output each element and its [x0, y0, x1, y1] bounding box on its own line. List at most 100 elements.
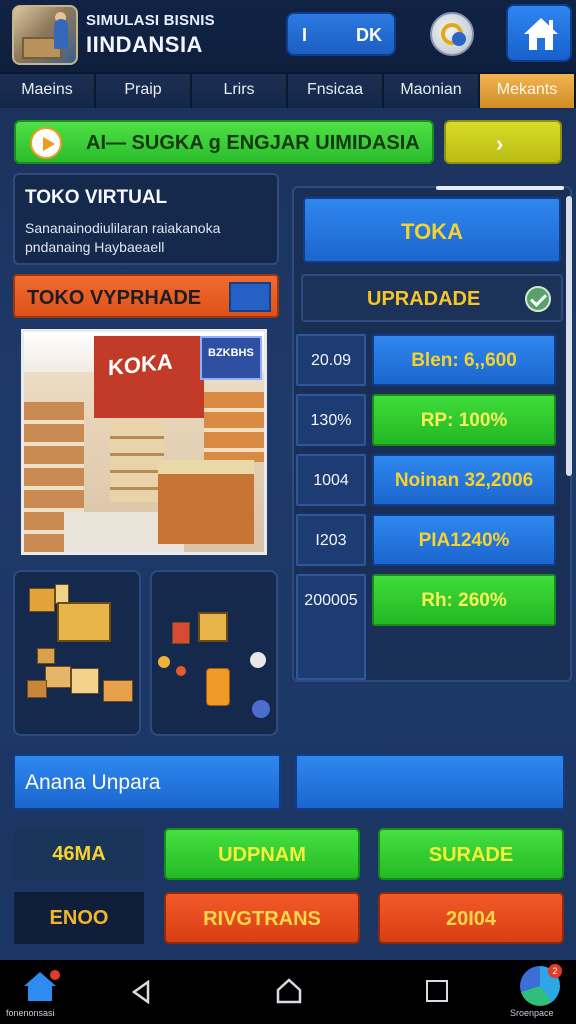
profile-dot-graphic: [452, 32, 466, 46]
upgrade-label: UPRADADE: [367, 288, 481, 310]
toka-button[interactable]: TOKA: [303, 197, 561, 263]
goods-box-icon: [103, 680, 133, 702]
category-tabs: Maeins Praip Lrirs Fnsicaa Maonian Mekan…: [0, 74, 576, 108]
app-badge: 2: [548, 964, 562, 978]
home-icon: [524, 18, 558, 50]
side-sign-text: BZKBHS: [208, 347, 254, 359]
tab-fnsicaa[interactable]: Fnsicaa: [288, 74, 384, 108]
currency-display[interactable]: I DK: [286, 12, 396, 56]
system-nav-bar: fonenonsasi 2 Sroenpace: [0, 960, 576, 1024]
stat-left-cell: 130%: [296, 394, 366, 446]
store-middle-shelf-graphic: [110, 422, 164, 502]
fruit-icon: [158, 656, 170, 668]
nav-right-caption: Sroenpace: [510, 1008, 554, 1018]
stat-right-button[interactable]: RP: 100%: [372, 394, 556, 446]
fruit-icon: [176, 666, 186, 676]
recent-apps-icon[interactable]: [426, 980, 448, 1002]
shopkeeper-graphic: [54, 19, 68, 49]
roll-icon: [252, 700, 270, 718]
goods-box-icon: [37, 648, 55, 664]
check-icon[interactable]: [525, 286, 551, 312]
tab-maeins[interactable]: Maeins: [0, 74, 96, 108]
stat-right-button[interactable]: PIA1240%: [372, 514, 556, 566]
shop-section-header[interactable]: TOKO VYPRHADE: [13, 274, 279, 318]
tab-maonian[interactable]: Maonian: [384, 74, 480, 108]
promo-banner[interactable]: AI— SUGKA g ENGJAR UIMIDASIA: [14, 120, 434, 164]
goods-box-icon: [55, 584, 69, 604]
app-title: IINDANSIA: [86, 32, 203, 57]
store-logo-thumbnail[interactable]: [12, 5, 78, 65]
stat-left-value: 200005: [304, 592, 358, 609]
red-box-icon: [172, 622, 190, 644]
side-sign: BZKBHS: [200, 336, 262, 380]
goods-box-icon: [27, 680, 47, 698]
currency-left-value: I: [302, 25, 308, 45]
value-button[interactable]: 20I04: [378, 892, 564, 944]
app-home-icon[interactable]: [20, 968, 60, 1008]
stat-left-cell: 200005: [296, 574, 366, 680]
back-icon[interactable]: [130, 980, 152, 1004]
stat-right-value: PIA1240%: [418, 530, 510, 551]
ball-icon: [250, 652, 266, 668]
app-subtitle: SIMULASI BISNIS: [86, 12, 215, 29]
store-photo: KOKA BZKBHS: [21, 329, 267, 555]
udpnam-button[interactable]: UDPNAM: [164, 828, 360, 880]
notification-badge: [50, 970, 60, 980]
tab-mekants[interactable]: Mekants: [480, 74, 576, 108]
home-button[interactable]: [506, 4, 572, 62]
inventory-tile-goods[interactable]: [13, 570, 141, 736]
game-screen: SIMULASI BISNIS IINDANSIA I DK Maeins Pr…: [0, 0, 576, 1024]
stat-left-value: 130%: [310, 412, 352, 429]
shopping-basket-icon: [57, 602, 111, 642]
shop-section-title: TOKO VYPRHADE: [27, 287, 202, 309]
system-home-icon[interactable]: [276, 978, 302, 1004]
profile-button[interactable]: [430, 12, 474, 56]
house-body-shape: [28, 985, 52, 1001]
stat-right-value: RP: 100%: [420, 410, 508, 431]
stat-left-cell: I203: [296, 514, 366, 566]
info-card: TOKO VIRTUAL Sananainodiulilaran raiakan…: [13, 173, 279, 265]
stat-left-value: 1004: [313, 472, 349, 489]
secondary-input[interactable]: [295, 754, 565, 810]
stat-left-cell: 1004: [296, 454, 366, 506]
row1-label: 46MA: [14, 828, 144, 880]
stat-right-value: Rh: 260%: [421, 590, 507, 611]
rivgtrans-button[interactable]: RIVGTRANS: [164, 892, 360, 944]
surade-button[interactable]: SURADE: [378, 828, 564, 880]
store-counter-graphic: [158, 460, 254, 544]
crate-icon: [198, 612, 228, 642]
stat-right-value: Blen: 6,,600: [411, 350, 517, 371]
row2-label: ENOO: [14, 892, 144, 944]
stat-left-value: 20.09: [310, 352, 352, 369]
nav-left-caption: fonenonsasi: [6, 1008, 55, 1018]
app-shortcut-icon[interactable]: 2: [520, 964, 562, 1006]
store-right-shelf-graphic: [204, 392, 264, 462]
jar-icon: [206, 668, 230, 706]
stat-left-value: I203: [315, 532, 347, 549]
goods-box-icon: [71, 668, 99, 694]
panel-top-indicator: [436, 186, 564, 190]
shop-section-toggle[interactable]: [229, 282, 271, 312]
info-card-heading: TOKO VIRTUAL: [25, 187, 168, 208]
inventory-tile-items[interactable]: [150, 570, 278, 736]
stat-right-button[interactable]: Blen: 6,,600: [372, 334, 556, 386]
toka-button-label: TOKA: [401, 219, 463, 244]
currency-right-value: DK: [356, 25, 382, 45]
stat-left-cell: 20.09: [296, 334, 366, 386]
stat-right-value: Noinan 32,2006: [394, 470, 534, 491]
tab-praip[interactable]: Praip: [96, 74, 192, 108]
upgrade-header[interactable]: UPRADADE: [301, 274, 563, 322]
play-icon[interactable]: [30, 127, 62, 159]
name-input-value: Anana Unpara: [25, 771, 161, 794]
stat-right-button[interactable]: Rh: 260%: [372, 574, 556, 626]
banner-next-button[interactable]: ›: [444, 120, 562, 164]
tab-lrirs[interactable]: Lrirs: [192, 74, 288, 108]
name-input[interactable]: Anana Unpara: [13, 754, 281, 810]
info-card-body: Sananainodiulilaran raiakanoka pndanaing…: [25, 220, 221, 255]
top-header: SIMULASI BISNIS IINDANSIA I DK: [0, 0, 576, 74]
goods-box-icon: [45, 666, 71, 688]
banner-text: AI— SUGKA g ENGJAR UIMIDASIA: [86, 132, 420, 154]
panel-scrollbar[interactable]: [566, 196, 572, 476]
chevron-right-icon: ›: [496, 131, 504, 156]
stat-right-button[interactable]: Noinan 32,2006: [372, 454, 556, 506]
